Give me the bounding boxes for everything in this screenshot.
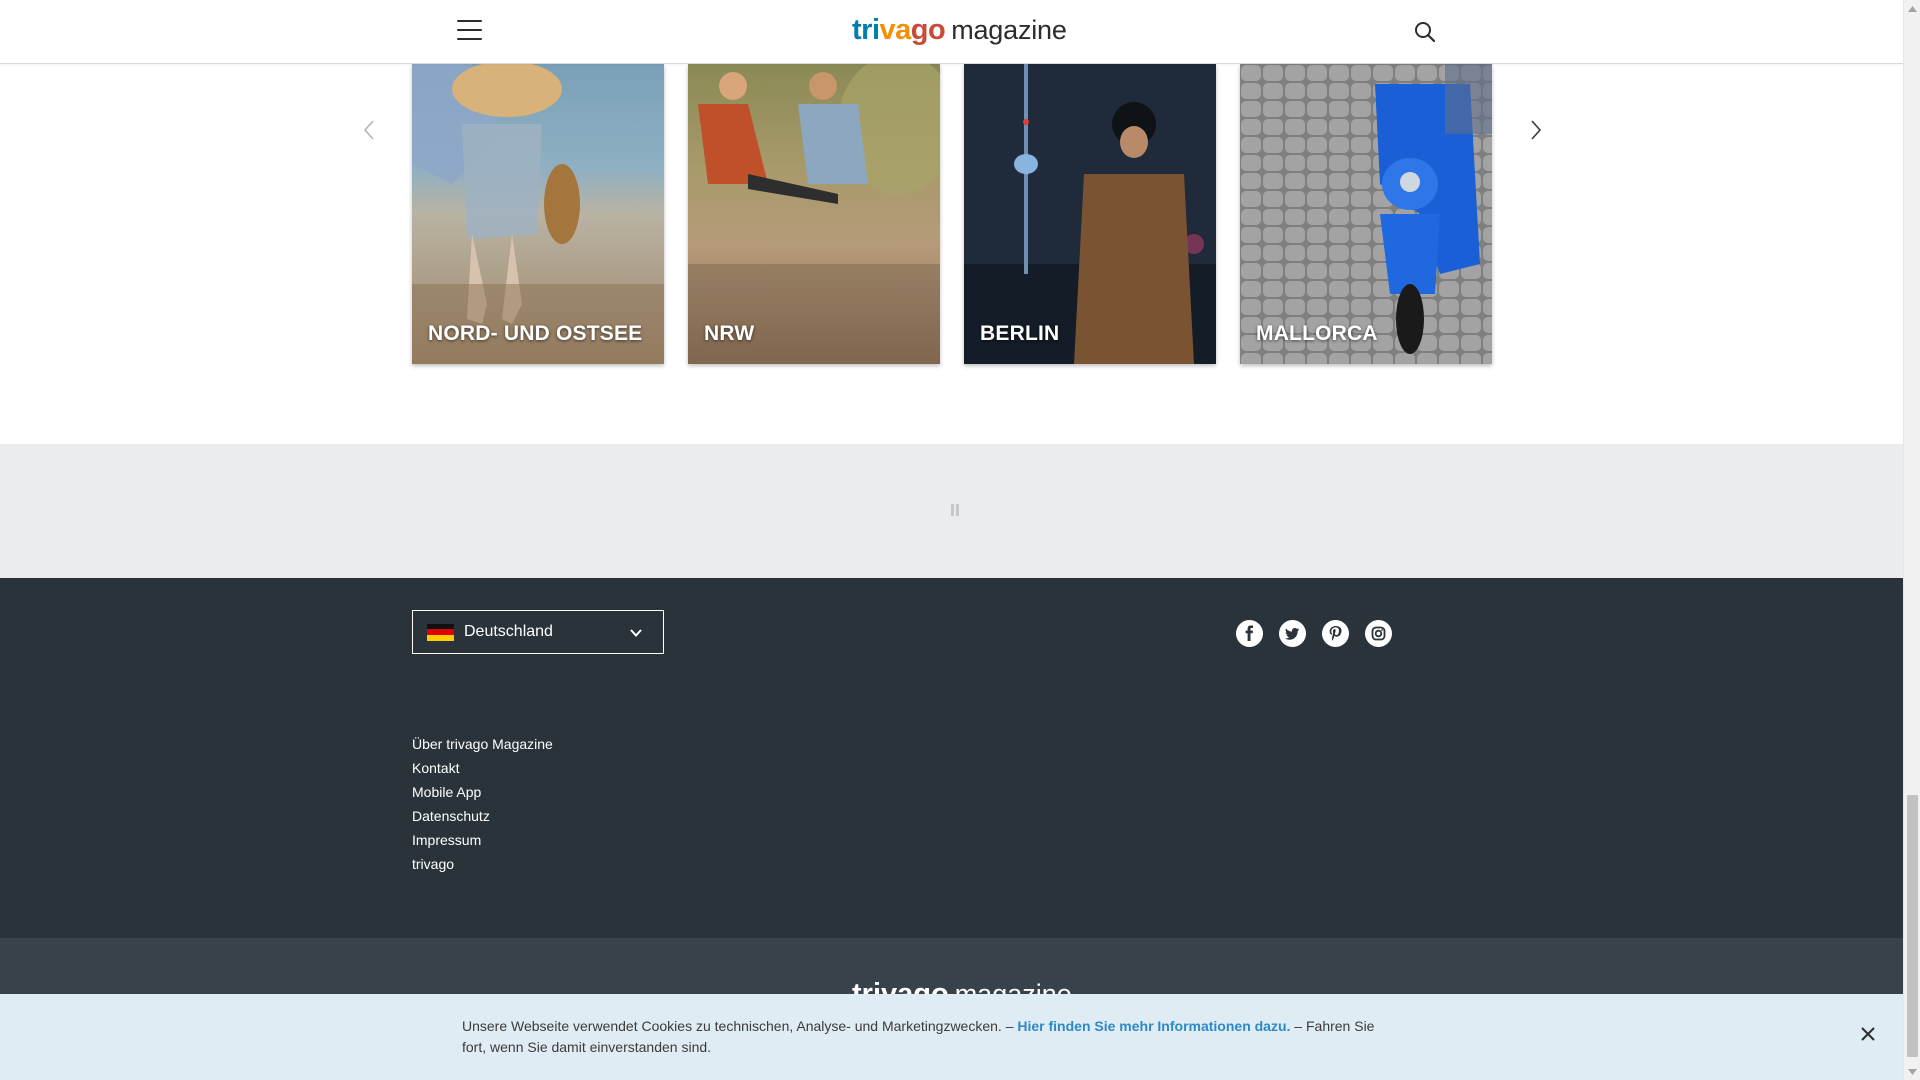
logo-trivago-wordmark: trivago bbox=[852, 14, 946, 46]
footer-link-trivago[interactable]: trivago bbox=[412, 852, 553, 876]
cookie-banner: Unsere Webseite verwendet Cookies zu tec… bbox=[0, 994, 1903, 1080]
close-icon[interactable] bbox=[1860, 1026, 1876, 1042]
ad-loading-icon bbox=[951, 504, 959, 516]
destination-card-mallorca[interactable]: MALLORCA bbox=[1240, 64, 1492, 364]
germany-flag-icon bbox=[427, 623, 454, 641]
card-label: NRW bbox=[704, 322, 755, 345]
country-selector[interactable]: Deutschland bbox=[412, 610, 664, 654]
footer-link-imprint[interactable]: Impressum bbox=[412, 828, 553, 852]
advertisement-area bbox=[0, 444, 1903, 578]
social-links bbox=[1236, 620, 1392, 647]
scroll-down-arrow-icon[interactable] bbox=[1904, 1063, 1920, 1080]
footer-link-contact[interactable]: Kontakt bbox=[412, 756, 553, 780]
facebook-icon[interactable] bbox=[1236, 620, 1263, 647]
destination-card-nord-ostsee[interactable]: NORD- UND OSTSEE bbox=[412, 64, 664, 364]
scroll-up-arrow-icon[interactable] bbox=[1904, 0, 1920, 17]
site-footer: Deutschland Über trivago Magazine Kontak… bbox=[0, 578, 1903, 938]
site-header: trivago magazine bbox=[0, 0, 1903, 64]
cookie-text-before: Unsere Webseite verwendet Cookies zu tec… bbox=[462, 1018, 1018, 1034]
footer-link-privacy[interactable]: Datenschutz bbox=[412, 804, 553, 828]
hamburger-menu-icon[interactable] bbox=[457, 20, 482, 42]
vertical-scrollbar[interactable] bbox=[1903, 0, 1920, 1080]
footer-link-mobile-app[interactable]: Mobile App bbox=[412, 780, 553, 804]
carousel-next-arrow-icon[interactable] bbox=[1524, 115, 1548, 145]
cookie-info-link[interactable]: Hier finden Sie mehr Informationen dazu. bbox=[1017, 1018, 1290, 1034]
card-label: NORD- UND OSTSEE bbox=[428, 322, 643, 345]
page: trivago magazine NORD- UND OSTSEE NRW BE… bbox=[0, 0, 1903, 1080]
chevron-down-icon bbox=[629, 626, 643, 640]
destination-card-berlin[interactable]: BERLIN bbox=[964, 64, 1216, 364]
scrollbar-thumb[interactable] bbox=[1907, 795, 1918, 1057]
destination-card-nrw[interactable]: NRW bbox=[688, 64, 940, 364]
card-label: MALLORCA bbox=[1256, 322, 1378, 345]
country-selector-label: Deutschland bbox=[464, 623, 553, 640]
card-label: BERLIN bbox=[980, 322, 1060, 345]
trivago-magazine-logo[interactable]: trivago magazine bbox=[852, 14, 1067, 48]
destination-carousel: NORD- UND OSTSEE NRW BERLIN MALLORCA bbox=[0, 64, 1903, 364]
footer-link-about[interactable]: Über trivago Magazine bbox=[412, 732, 553, 756]
footer-link-list: Über trivago Magazine Kontakt Mobile App… bbox=[412, 732, 553, 876]
cookie-message: Unsere Webseite verwendet Cookies zu tec… bbox=[462, 1016, 1382, 1058]
twitter-icon[interactable] bbox=[1279, 620, 1306, 647]
search-icon[interactable] bbox=[1413, 20, 1437, 44]
logo-magazine-text: magazine bbox=[951, 15, 1067, 45]
instagram-icon[interactable] bbox=[1365, 620, 1392, 647]
pinterest-icon[interactable] bbox=[1322, 620, 1349, 647]
carousel-prev-arrow-icon[interactable] bbox=[357, 115, 381, 145]
